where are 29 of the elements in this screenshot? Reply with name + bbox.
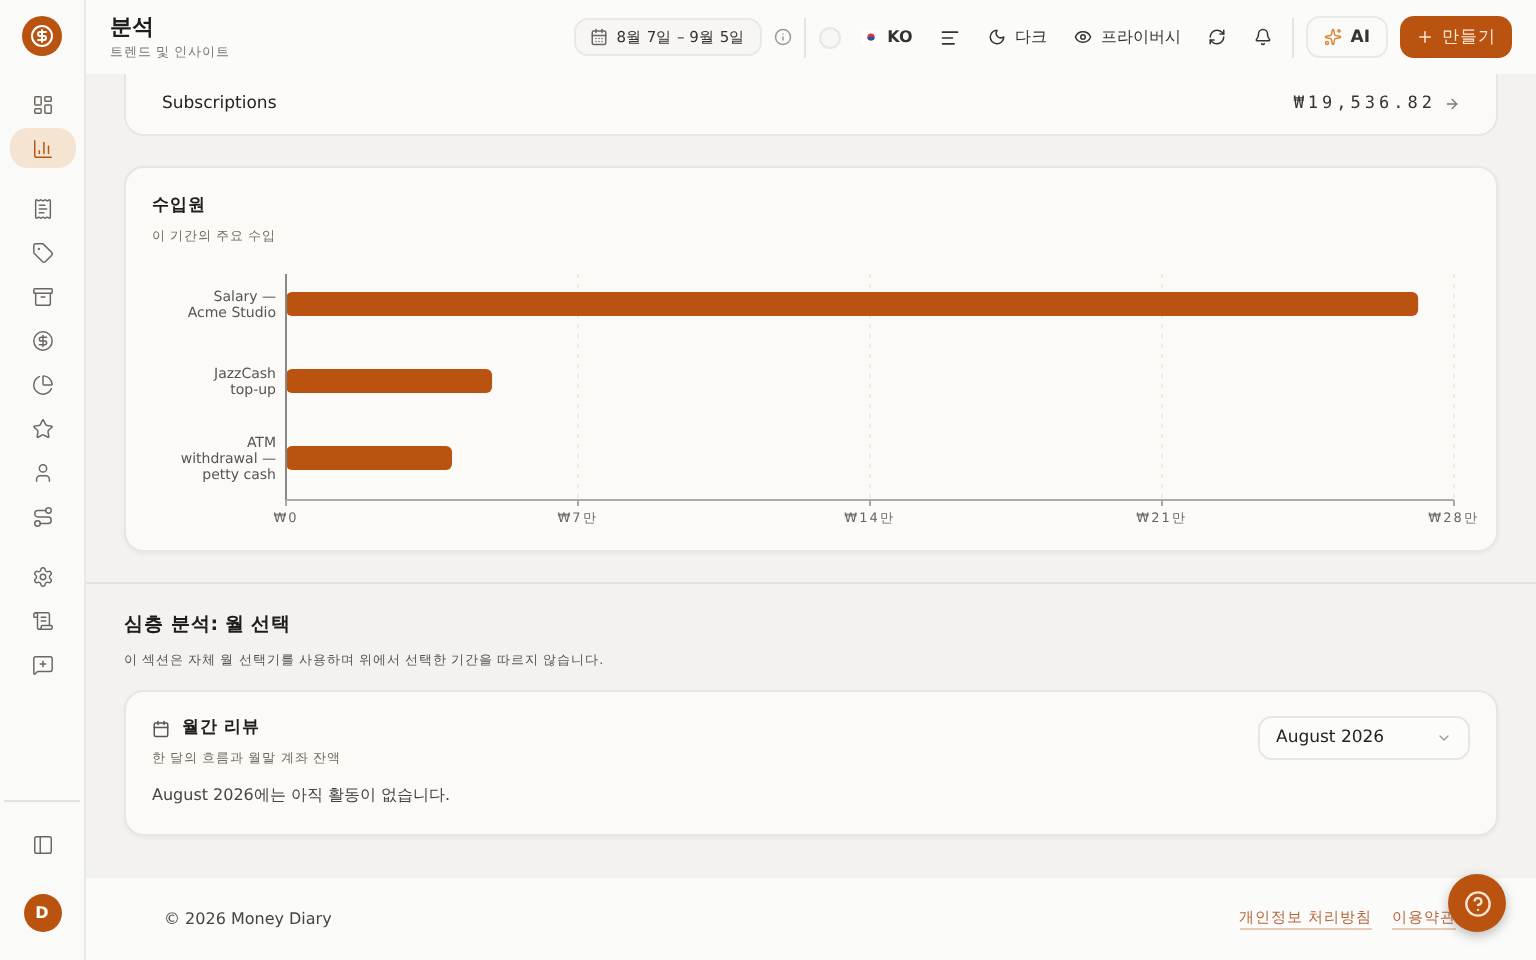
logo-icon[interactable]: [22, 16, 62, 56]
theme-button[interactable]: 다크: [980, 18, 1055, 56]
chevron-down-icon: [1436, 730, 1452, 746]
help-icon: [1463, 889, 1491, 917]
calendar-icon: [152, 719, 170, 737]
language-button[interactable]: KO: [853, 18, 921, 56]
moon-icon: [988, 28, 1007, 46]
sparkles-icon: [1324, 28, 1343, 46]
eye-icon: [1074, 28, 1093, 46]
empty-message: August 2026에는 아직 활동이 없습니다.: [152, 784, 453, 806]
create-button[interactable]: 만들기: [1400, 16, 1512, 58]
card-title: 월간 리뷰: [182, 716, 260, 740]
ai-button[interactable]: AI: [1306, 16, 1388, 58]
section-title: 심층 분석: 월 선택: [124, 612, 294, 638]
privacy-button[interactable]: 프라이버시: [1066, 18, 1189, 56]
subscriptions-row[interactable]: Subscriptions ₩19,536.82: [124, 74, 1498, 136]
flag-icon: [861, 30, 880, 44]
plus-icon: [1416, 28, 1434, 46]
month-select[interactable]: August 2026: [1258, 716, 1470, 760]
user-avatar[interactable]: D: [23, 894, 61, 932]
page-title: 분석: [110, 12, 156, 42]
row-label: Subscriptions: [162, 94, 277, 114]
card-title: 수입원: [152, 194, 208, 218]
bar-chart-icon[interactable]: [9, 128, 75, 168]
calendar-icon: [590, 28, 609, 46]
arrow-icon: [1444, 96, 1460, 112]
info-icon[interactable]: [773, 28, 792, 46]
copyright-text: © 2026 Money Diary: [164, 910, 332, 928]
row-amount: ₩19,536.82: [1293, 94, 1436, 114]
